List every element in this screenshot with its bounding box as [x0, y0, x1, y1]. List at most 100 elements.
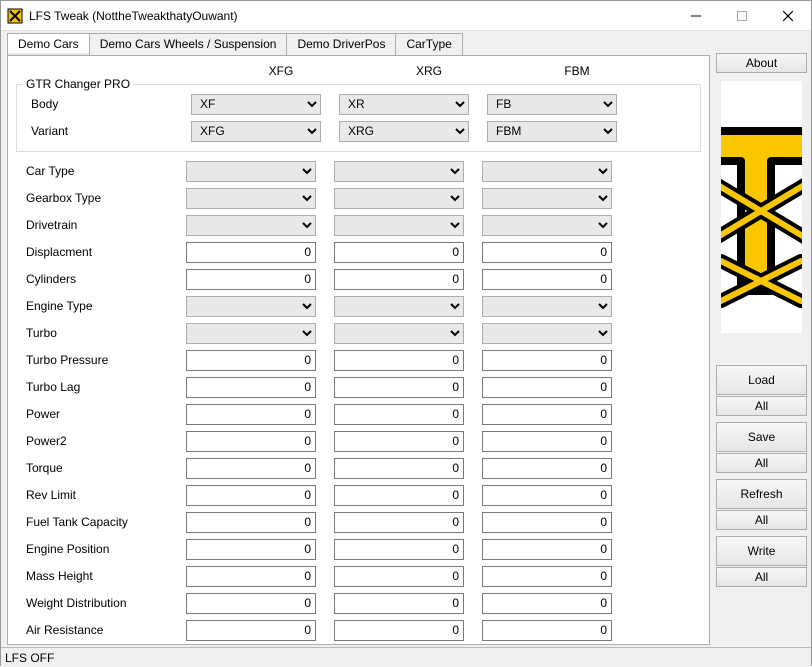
input-field[interactable]	[334, 242, 464, 263]
input-field[interactable]	[334, 350, 464, 371]
dropdown[interactable]	[186, 323, 316, 344]
input-field[interactable]	[334, 377, 464, 398]
row: Cylinders	[16, 266, 701, 292]
tab-demo-cars-wheels-suspension[interactable]: Demo Cars Wheels / Suspension	[89, 33, 288, 55]
refresh-all-button[interactable]: All	[716, 510, 807, 530]
dropdown[interactable]	[334, 323, 464, 344]
input-field[interactable]	[334, 404, 464, 425]
column-header: XRG	[355, 58, 503, 84]
dropdown[interactable]	[334, 296, 464, 317]
dropdown[interactable]	[482, 215, 612, 236]
input-field[interactable]	[186, 512, 316, 533]
input-field[interactable]	[482, 539, 612, 560]
dropdown[interactable]: XFG	[191, 121, 321, 142]
dropdown[interactable]: FBM	[487, 121, 617, 142]
dropdown[interactable]	[482, 296, 612, 317]
input-field[interactable]	[186, 431, 316, 452]
input-field[interactable]	[334, 512, 464, 533]
input-field[interactable]	[186, 377, 316, 398]
dropdown[interactable]	[334, 215, 464, 236]
input-field[interactable]	[482, 404, 612, 425]
dropdown[interactable]	[482, 323, 612, 344]
row: Displacment	[16, 239, 701, 265]
dropdown[interactable]	[186, 215, 316, 236]
save-all-button[interactable]: All	[716, 453, 807, 473]
input-field[interactable]	[334, 539, 464, 560]
input-field[interactable]	[482, 566, 612, 587]
input-field[interactable]	[482, 512, 612, 533]
row-label: Engine Position	[16, 542, 186, 556]
close-button[interactable]	[765, 1, 811, 31]
row-label: Car Type	[16, 164, 186, 178]
tab-cartype[interactable]: CarType	[395, 33, 462, 55]
dropdown[interactable]	[186, 188, 316, 209]
input-field[interactable]	[482, 242, 612, 263]
input-field[interactable]	[482, 350, 612, 371]
tab-demo-cars[interactable]: Demo Cars	[7, 33, 90, 55]
input-field[interactable]	[482, 377, 612, 398]
input-field[interactable]	[334, 269, 464, 290]
dropdown[interactable]: XF	[191, 94, 321, 115]
dropdown[interactable]: XR	[339, 94, 469, 115]
row: Weight Distribution	[16, 590, 701, 616]
dropdown[interactable]	[334, 161, 464, 182]
dropdown[interactable]: FB	[487, 94, 617, 115]
column-header: FBM	[503, 58, 651, 84]
input-field[interactable]	[186, 620, 316, 641]
row: VariantXFGXRGFBM	[21, 118, 696, 144]
input-field[interactable]	[482, 593, 612, 614]
input-field[interactable]	[334, 431, 464, 452]
about-button[interactable]: About	[716, 53, 807, 73]
input-field[interactable]	[334, 458, 464, 479]
input-field[interactable]	[482, 485, 612, 506]
input-field[interactable]	[482, 269, 612, 290]
row: Car Type	[16, 158, 701, 184]
input-field[interactable]	[186, 566, 316, 587]
input-field[interactable]	[482, 431, 612, 452]
app-icon	[7, 8, 23, 24]
input-field[interactable]	[334, 620, 464, 641]
row-label: Displacment	[16, 245, 186, 259]
input-field[interactable]	[186, 593, 316, 614]
row-label: Fuel Tank Capacity	[16, 515, 186, 529]
minimize-button[interactable]	[673, 1, 719, 31]
load-button[interactable]: Load	[716, 365, 807, 395]
row: Fuel Tank Capacity	[16, 509, 701, 535]
row: Turbo	[16, 320, 701, 346]
input-field[interactable]	[186, 242, 316, 263]
input-field[interactable]	[334, 566, 464, 587]
input-field[interactable]	[482, 458, 612, 479]
input-field[interactable]	[186, 269, 316, 290]
input-field[interactable]	[482, 620, 612, 641]
row-label: Rev Limit	[16, 488, 186, 502]
row-label: Weight Distribution	[16, 596, 186, 610]
input-field[interactable]	[186, 458, 316, 479]
input-field[interactable]	[334, 593, 464, 614]
dropdown[interactable]	[186, 296, 316, 317]
input-field[interactable]	[186, 485, 316, 506]
statusbar: LFS OFF	[1, 647, 811, 667]
row: Rev Limit	[16, 482, 701, 508]
dropdown[interactable]	[482, 161, 612, 182]
input-field[interactable]	[334, 485, 464, 506]
write-all-button[interactable]: All	[716, 567, 807, 587]
input-field[interactable]	[186, 404, 316, 425]
maximize-button[interactable]	[719, 1, 765, 31]
row-label: Turbo Lag	[16, 380, 186, 394]
dropdown[interactable]	[334, 188, 464, 209]
refresh-button[interactable]: Refresh	[716, 479, 807, 509]
tab-demo-driverpos[interactable]: Demo DriverPos	[286, 33, 396, 55]
write-button[interactable]: Write	[716, 536, 807, 566]
dropdown[interactable]	[186, 161, 316, 182]
window-title: LFS Tweak (NottheTweakthatyOuwant)	[29, 9, 673, 23]
tab-panel: XFGXRGFBM GTR Changer PRO BodyXFXRFBVari…	[7, 55, 710, 645]
row: Torque	[16, 455, 701, 481]
save-button[interactable]: Save	[716, 422, 807, 452]
load-all-button[interactable]: All	[716, 396, 807, 416]
row-label: Gearbox Type	[16, 191, 186, 205]
dropdown[interactable]: XRG	[339, 121, 469, 142]
input-field[interactable]	[186, 350, 316, 371]
dropdown[interactable]	[482, 188, 612, 209]
row-label: Torque	[16, 461, 186, 475]
input-field[interactable]	[186, 539, 316, 560]
